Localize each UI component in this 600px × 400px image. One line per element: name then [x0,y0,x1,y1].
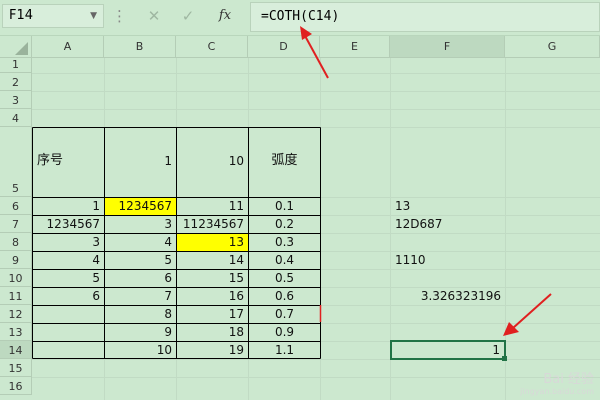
fill-handle[interactable] [502,356,507,361]
cell-c14[interactable]: 19 [177,342,248,358]
header-cell-a5[interactable]: 序号 [33,150,104,172]
cell-a9[interactable]: 4 [33,252,104,269]
cell-b12[interactable]: 8 [105,306,176,323]
watermark-url: jingyan.baidu.com [520,387,594,396]
cell-d9[interactable]: 0.4 [249,252,320,269]
cell-d11[interactable]: 0.6 [249,288,320,305]
cell-a12[interactable] [33,306,104,323]
cell-d6[interactable]: 0.1 [249,198,320,215]
cell-d13[interactable]: 0.9 [249,324,320,341]
cell-d7[interactable]: 0.2 [249,216,320,233]
cell-a11[interactable]: 6 [33,288,104,305]
cell-b7[interactable]: 3 [105,216,176,233]
cell-b14[interactable]: 10 [105,342,176,358]
cell-f7[interactable]: 12D687 [391,216,505,233]
cell-b10[interactable]: 6 [105,270,176,287]
cell-d8[interactable]: 0.3 [249,234,320,251]
cell-b8[interactable]: 4 [105,234,176,251]
cell-c8[interactable]: 13 [177,234,248,251]
cell-b13[interactable]: 9 [105,324,176,341]
arrow-annotation-result [503,293,552,336]
selected-cell-f14[interactable]: 1 [390,340,506,360]
cell-c9[interactable]: 14 [177,252,248,269]
watermark-logo: Bai 经验 jingyan.baidu.com [520,368,594,396]
header-cell-b5[interactable]: 1 [105,150,176,172]
cell-c13[interactable]: 18 [177,324,248,341]
cell-d14[interactable]: 1.1 [249,342,320,358]
cell-f9[interactable]: 1110 [391,252,505,269]
cell-b9[interactable]: 5 [105,252,176,269]
cell-a8[interactable]: 3 [33,234,104,251]
watermark-brand: Bai 经验 [543,372,594,387]
arrow-annotation-formula [300,26,329,79]
cell-a7[interactable]: 1234567 [33,216,104,233]
header-cell-d5[interactable]: 弧度 [249,150,320,172]
cell-d10[interactable]: 0.5 [249,270,320,287]
cell-b6[interactable]: 1234567 [105,198,176,215]
cell-c7[interactable]: 11234567 [177,216,248,233]
cell-b11[interactable]: 7 [105,288,176,305]
cell-c6[interactable]: 11 [177,198,248,215]
cell-a13[interactable] [33,324,104,341]
cell-a6[interactable]: 1 [33,198,104,215]
cell-c11[interactable]: 16 [177,288,248,305]
cell-c12[interactable]: 17 [177,306,248,323]
cell-c10[interactable]: 15 [177,270,248,287]
cell-d12[interactable]: 0.7 [249,306,320,323]
cell-f6[interactable]: 13 [391,198,505,215]
cell-a10[interactable]: 5 [33,270,104,287]
header-cell-c5[interactable]: 10 [177,150,248,172]
cell-a14[interactable] [33,342,104,358]
cell-f11[interactable]: 3.326323196 [391,288,505,305]
